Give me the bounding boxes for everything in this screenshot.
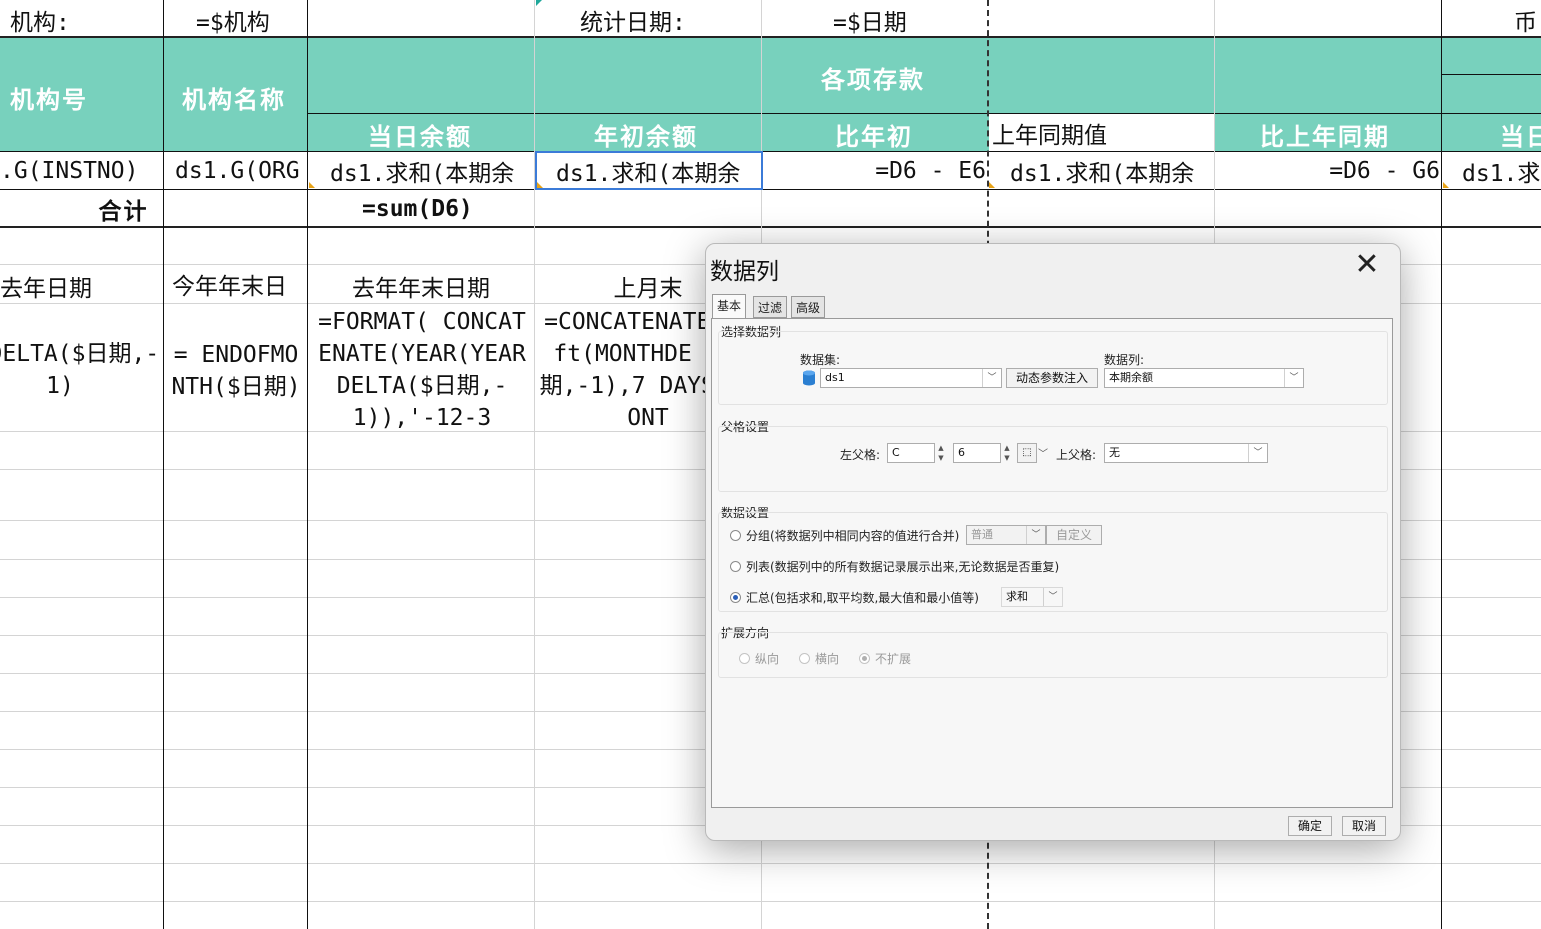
dataset-label: 数据集:	[800, 353, 841, 367]
header-year-start-balance[interactable]: 年初余额	[594, 115, 754, 153]
cell-marker	[989, 182, 995, 188]
list-radio[interactable]	[730, 561, 741, 572]
cell-day-cut[interactable]: ds1.求	[1462, 152, 1541, 189]
data-column-dialog: 数据列 ✕ 基本 过滤 高级 选择数据列 数据集: ds1 ﹀ 动态参数注入 数…	[705, 243, 1401, 841]
formula-year-end[interactable]: = ENDOFMONTH($日期)	[168, 321, 304, 421]
header-day-balance[interactable]: 当日余额	[368, 115, 528, 153]
cell-picker-icon[interactable]: ⬚	[1017, 443, 1037, 463]
no-expand-radio	[859, 653, 870, 664]
summary-mode-select[interactable]: 求和 ﹀	[1001, 587, 1063, 607]
left-parent-row-input[interactable]: 6	[953, 443, 1001, 463]
group-option-label[interactable]: 分组(将数据列中相同内容的值进行合并)	[746, 527, 959, 544]
cell-org-name[interactable]: ds1.G(ORG	[175, 152, 307, 189]
currency-label[interactable]: 币	[1514, 2, 1541, 38]
cell-marker	[309, 182, 315, 188]
dialog-title: 数据列	[710, 259, 779, 285]
cell-marker	[537, 182, 543, 188]
left-parent-col-value: C	[892, 446, 900, 459]
vertical-radio	[739, 653, 750, 664]
group-mode-select: 普通 ﹀	[966, 525, 1046, 545]
top-parent-select[interactable]: 无 ﹀	[1104, 443, 1268, 463]
custom-button: 自定义	[1046, 525, 1102, 545]
date-header-last-year[interactable]: 去年日期	[0, 267, 163, 305]
close-icon[interactable]: ✕	[1352, 250, 1382, 280]
formula-last-year-end[interactable]: =FORMAT( CONCATENATE(YEAR(YEARDELTA($日期,…	[312, 306, 532, 434]
cell-marker	[536, 0, 542, 6]
parent-section-group	[718, 426, 1388, 492]
tab-panel-basic: 选择数据列 数据集: ds1 ﹀ 动态参数注入 数据列: 本期余额 ﹀ 父格设置…	[711, 318, 1393, 808]
cell-last-year-same[interactable]: ds1.求和(本期余	[1010, 152, 1214, 189]
header-vs-last-year[interactable]: 比上年同期	[1260, 115, 1430, 153]
chevron-down-icon: ﹀	[1026, 526, 1045, 544]
column-select[interactable]: 本期余额 ﹀	[1104, 368, 1304, 388]
top-parent-value: 无	[1109, 446, 1120, 459]
selected-cell-outline	[535, 151, 763, 190]
header-day-cut[interactable]: 当日	[1500, 115, 1541, 153]
date-value[interactable]: =$日期	[833, 2, 983, 38]
dataset-value: ds1	[825, 371, 845, 384]
group-mode-value: 普通	[971, 528, 993, 541]
cell-vs-last-year[interactable]: =D6 - G6	[1215, 152, 1440, 189]
summary-option-label[interactable]: 汇总(包括求和,取平均数,最大值和最小值等)	[746, 589, 979, 606]
header-inst-name[interactable]: 机构名称	[182, 78, 307, 116]
list-option-label[interactable]: 列表(数据列中的所有数据记录展示出来,无论数据是否重复)	[746, 558, 1059, 575]
header-last-year-same[interactable]: 上年同期值	[989, 114, 1214, 151]
header-inst-no[interactable]: 机构号	[10, 78, 160, 116]
tab-filter[interactable]: 过滤	[753, 296, 788, 318]
horizontal-radio	[799, 653, 810, 664]
org-value[interactable]: =$机构	[196, 2, 306, 38]
column-value: 本期余额	[1109, 371, 1153, 384]
cell-day-balance[interactable]: ds1.求和(本期余	[330, 152, 534, 189]
cell-marker	[1443, 182, 1449, 188]
total-sum[interactable]: =sum(D6)	[362, 190, 534, 227]
summary-mode-value: 求和	[1006, 590, 1028, 603]
total-label[interactable]: 合计	[0, 190, 247, 227]
vertical-label: 纵向	[755, 652, 780, 666]
formula-last-year[interactable]: ARDELTA($日期,-1)	[0, 337, 160, 402]
no-expand-label: 不扩展	[875, 652, 912, 666]
summary-radio[interactable]	[730, 592, 741, 603]
chevron-down-icon[interactable]: ﹀	[1038, 445, 1048, 460]
left-parent-label: 左父格:	[840, 448, 881, 462]
ok-button[interactable]: 确定	[1288, 816, 1332, 836]
date-header-last-year-end[interactable]: 去年年末日期	[308, 267, 534, 305]
date-header-year-end[interactable]: 今年年末日	[172, 265, 307, 303]
chevron-down-icon: ﹀	[982, 369, 1001, 387]
row-stepper[interactable]: ▲ ▼	[1002, 443, 1012, 463]
dataset-select[interactable]: ds1 ﹀	[820, 368, 1002, 388]
tab-basic[interactable]: 基本	[712, 294, 747, 319]
chevron-down-icon: ﹀	[1043, 588, 1062, 606]
column-label: 数据列:	[1104, 353, 1145, 367]
col-stepper[interactable]: ▲ ▼	[936, 443, 946, 463]
date-label[interactable]: 统计日期:	[580, 2, 760, 38]
group-radio[interactable]	[730, 530, 741, 541]
cell-inst-no[interactable]: .G(INSTNO)	[0, 152, 163, 189]
horizontal-label: 横向	[815, 652, 840, 666]
org-label[interactable]: 机构:	[10, 2, 160, 38]
header-deposits[interactable]: 各项存款	[821, 58, 961, 96]
cell-vs-year-start[interactable]: =D6 - E6	[762, 152, 986, 189]
chevron-down-icon: ﹀	[1248, 444, 1267, 462]
chevron-down-icon: ﹀	[1284, 369, 1303, 387]
left-parent-row-value: 6	[958, 446, 965, 459]
left-parent-col-input[interactable]: C	[887, 443, 935, 463]
header-vs-year-start[interactable]: 比年初	[835, 115, 965, 153]
tab-advanced[interactable]: 高级	[791, 296, 826, 318]
dynamic-param-button[interactable]: 动态参数注入	[1006, 368, 1098, 388]
cancel-button[interactable]: 取消	[1342, 816, 1386, 836]
database-icon	[802, 370, 816, 386]
top-parent-label: 上父格:	[1056, 448, 1097, 462]
